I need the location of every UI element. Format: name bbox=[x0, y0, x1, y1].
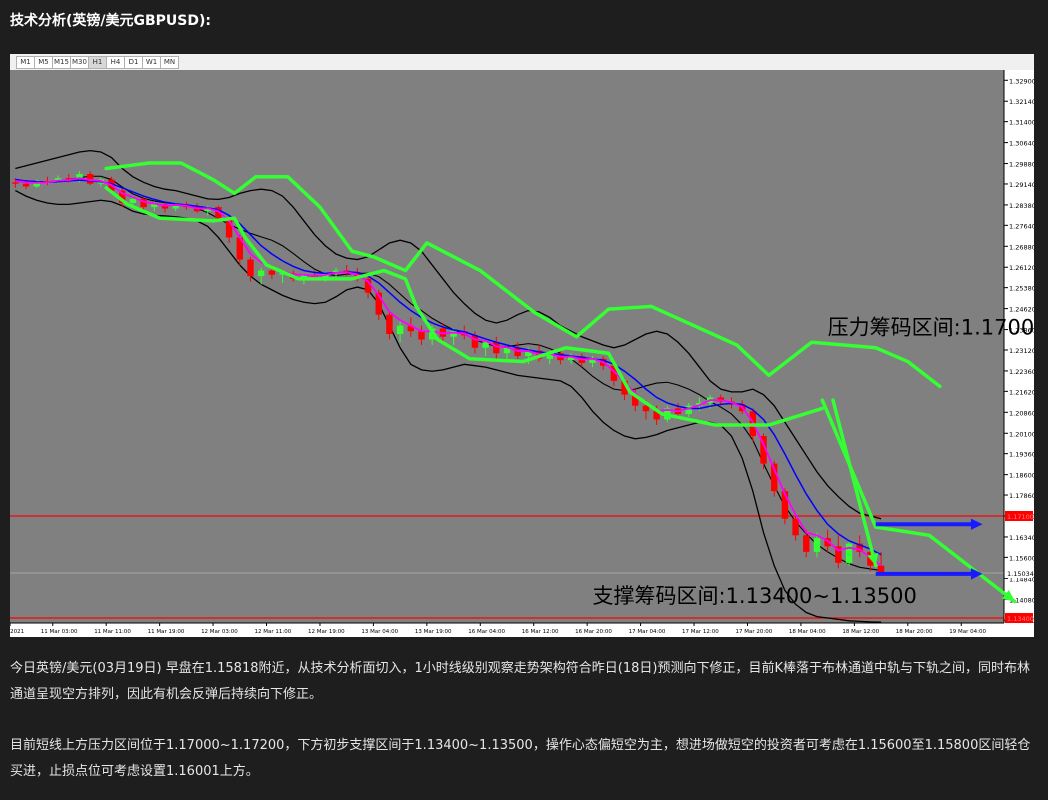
candle-body bbox=[22, 183, 30, 187]
price-tag-lower: 1.13400 bbox=[1007, 615, 1034, 623]
y-tick-label: 1.22360 bbox=[1009, 368, 1034, 376]
analysis-paragraph-1: 今日英镑/美元(03月19日) 早盘在1.15818附近，从技术分析面切入，1小… bbox=[10, 661, 1030, 702]
timeframe-button-m30[interactable]: M30 bbox=[70, 56, 89, 69]
x-tick-label: 13 Mar 19:00 bbox=[415, 629, 452, 635]
candle-body bbox=[12, 182, 19, 184]
candle-body bbox=[845, 543, 853, 563]
y-tick-label: 1.24620 bbox=[1009, 306, 1034, 314]
y-tick-label: 1.27640 bbox=[1009, 222, 1034, 230]
candle-body bbox=[493, 342, 500, 354]
x-tick-label: 12 Mar 03:00 bbox=[201, 629, 238, 635]
candle-body bbox=[792, 518, 799, 536]
candle-body bbox=[396, 325, 404, 334]
y-tick-label: 1.32140 bbox=[1009, 98, 1034, 106]
x-tick-label: 12 Mar 19:00 bbox=[308, 629, 345, 635]
timeframe-button-w1[interactable]: W1 bbox=[142, 56, 161, 69]
timeframe-button-h4[interactable]: H4 bbox=[106, 56, 125, 69]
chart-window: M1 M5 M15 M30 H1 H4 D1 W1 MN 1.32900 1.32140 1.314… bbox=[10, 54, 1034, 637]
y-tick-label: 1.31400 bbox=[1009, 119, 1034, 127]
y-tick-label: 1.30640 bbox=[1009, 140, 1034, 148]
y-tick-label: 1.28380 bbox=[1009, 202, 1034, 210]
x-tick-label: 19 Mar 04:00 bbox=[949, 629, 986, 635]
candle-body bbox=[257, 270, 265, 277]
timeframe-button-d1[interactable]: D1 bbox=[124, 56, 143, 69]
y-tick-label: 1.29140 bbox=[1009, 181, 1034, 189]
y-tick-label: 1.16340 bbox=[1009, 534, 1034, 542]
price-tag-current: 1.15034 bbox=[1007, 570, 1034, 578]
timeframe-button-m15[interactable]: M15 bbox=[52, 56, 71, 69]
candle-body bbox=[247, 259, 254, 277]
support-annotation: 支撑筹码区间:1.13400~1.13500 bbox=[593, 584, 917, 608]
candle-body bbox=[482, 342, 489, 348]
x-tick-label: 16 Mar 20:00 bbox=[575, 629, 612, 635]
y-tick-label: 1.26120 bbox=[1009, 264, 1034, 272]
candle-body bbox=[129, 198, 137, 203]
x-tick-label: 12 Mar 11:00 bbox=[255, 629, 292, 635]
price-tag-upper: 1.17100 bbox=[1007, 513, 1034, 521]
candle-body bbox=[813, 538, 821, 552]
y-tick-label: 1.26880 bbox=[1009, 243, 1034, 251]
x-tick-label: 17 Mar 12:00 bbox=[682, 629, 719, 635]
y-tick-label: 1.18600 bbox=[1009, 472, 1034, 480]
y-tick-label: 1.32900 bbox=[1009, 77, 1034, 85]
page-title: 技术分析(英镑/美元GBPUSD): bbox=[10, 13, 212, 29]
y-tick-label: 1.19360 bbox=[1009, 451, 1034, 459]
timeframe-button-m5[interactable]: M5 bbox=[34, 56, 53, 69]
timeframe-button-m1[interactable]: M1 bbox=[16, 56, 35, 69]
y-tick-label: 1.15600 bbox=[1009, 554, 1034, 562]
x-tick-label: 17 Mar 04:00 bbox=[629, 629, 666, 635]
candle-body bbox=[268, 270, 276, 275]
y-tick-label: 1.29880 bbox=[1009, 161, 1034, 169]
x-tick-label: 18 Mar 12:00 bbox=[842, 629, 879, 635]
x-tick-label: 17 Mar 20:00 bbox=[735, 629, 772, 635]
timeframe-toolbar: M1 M5 M15 M30 H1 H4 D1 W1 MN bbox=[10, 54, 1034, 71]
x-tick-label: Mar 2021 bbox=[10, 629, 24, 635]
x-tick-label: 11 Mar 03:00 bbox=[41, 629, 78, 635]
x-tick-label: 11 Mar 11:00 bbox=[94, 629, 131, 635]
x-tick-label: 16 Mar 04:00 bbox=[468, 629, 505, 635]
y-tick-label: 1.20100 bbox=[1009, 430, 1034, 438]
timeframe-button-h1[interactable]: H1 bbox=[88, 56, 107, 69]
x-tick-label: 16 Mar 12:00 bbox=[522, 629, 559, 635]
analysis-paragraph-2: 目前短线上方压力区间位于1.17000~1.17200，下方初步支撑区间于1.1… bbox=[10, 738, 1031, 779]
x-tick-label: 13 Mar 04:00 bbox=[361, 629, 398, 635]
timeframe-button-mn[interactable]: MN bbox=[160, 56, 179, 69]
x-tick-label: 11 Mar 19:00 bbox=[148, 629, 185, 635]
y-tick-label: 1.17860 bbox=[1009, 492, 1034, 500]
candle-body bbox=[386, 314, 393, 334]
price-chart[interactable]: 1.32900 1.32140 1.31400 1.30640 1.29880 1.291… bbox=[10, 70, 1034, 637]
y-tick-label: 1.20860 bbox=[1009, 409, 1034, 417]
x-tick-label: 18 Mar 20:00 bbox=[896, 629, 933, 635]
x-tick-label: 18 Mar 04:00 bbox=[789, 629, 826, 635]
y-tick-label: 1.21620 bbox=[1009, 388, 1034, 396]
y-tick-label: 1.25380 bbox=[1009, 285, 1034, 293]
y-tick-label: 1.23120 bbox=[1009, 347, 1034, 355]
candle-body bbox=[803, 535, 810, 552]
candle-body bbox=[418, 331, 425, 340]
resistance-annotation: 压力筹码区间:1.17000~1.17200 bbox=[828, 316, 1034, 340]
